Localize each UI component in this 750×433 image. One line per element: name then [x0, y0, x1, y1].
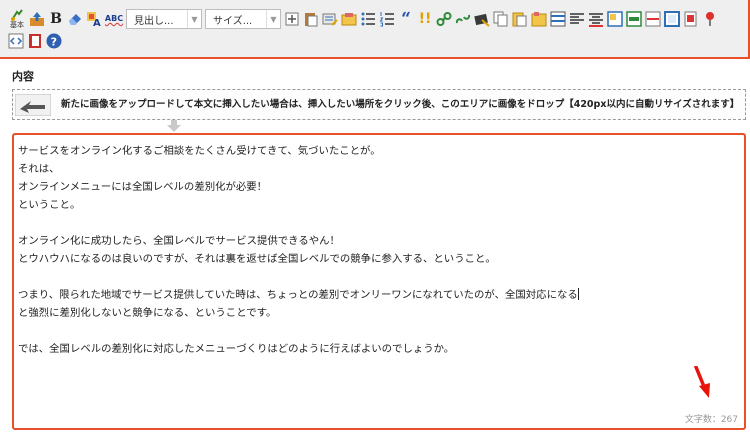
spellcheck-button[interactable]: ABC	[105, 11, 123, 27]
unlink-button[interactable]	[455, 11, 471, 27]
help-button[interactable]: ?	[46, 33, 62, 49]
editor-line: つまり、限られた地域でサービス提供していた時は、ちょっとの差別でオンリーワンにな…	[18, 288, 579, 301]
eraser-button[interactable]	[67, 11, 83, 27]
annotation-arrow-icon	[692, 366, 712, 400]
chevron-down-icon: ▼	[266, 10, 280, 28]
basic-mode-label: 基本	[10, 21, 24, 29]
editor-line: サービスをオンライン化するご相談をたくさん受けてきて、気づいたことが。	[18, 145, 381, 157]
link-button[interactable]	[436, 11, 452, 27]
editor-line: それは、	[18, 163, 60, 175]
bullet-list-icon	[361, 12, 375, 26]
link-icon	[436, 12, 452, 26]
paste-button[interactable]	[303, 11, 319, 27]
horizontal-rule-button[interactable]	[645, 11, 661, 27]
basic-mode-button[interactable]: 基本	[8, 8, 26, 30]
editor-line: とウハウハになるのは良いのですが、それは裏を返せば全国レベルでの競争に参入する、…	[18, 253, 496, 265]
source-button[interactable]	[8, 33, 24, 49]
heading-select[interactable]: 見出し... ▼	[126, 9, 202, 29]
template-icon	[341, 13, 357, 26]
unlink-icon	[455, 14, 471, 24]
down-arrow-icon	[166, 120, 182, 132]
editor-line: では、全国レベルの差別化に対応したメニューづくりはどのように行えばよいのでしょう…	[18, 343, 455, 355]
upload-button[interactable]	[29, 11, 45, 27]
text-cursor	[577, 288, 579, 300]
map-pin-button[interactable]	[702, 11, 718, 27]
template-button[interactable]	[341, 11, 357, 27]
paste-word-icon	[322, 13, 338, 26]
bold-button[interactable]: B	[48, 11, 64, 27]
content-editor[interactable]: サービスをオンライン化するご相談をたくさん受けてきて、気づいたことが。 それは、オ…	[12, 133, 746, 430]
image-button[interactable]	[474, 11, 490, 27]
quote-button[interactable]: “	[398, 10, 414, 27]
map-pin-icon	[706, 12, 714, 26]
table-button[interactable]	[550, 11, 566, 27]
svg-text:?: ?	[51, 36, 57, 49]
svg-text:A: A	[93, 18, 101, 27]
text-color-icon: A	[87, 12, 101, 27]
box-green-button[interactable]	[626, 11, 642, 27]
paste-icon	[305, 13, 318, 27]
text-color-button[interactable]: A	[86, 11, 102, 27]
align-left-icon	[570, 13, 584, 24]
eraser-icon	[69, 14, 81, 25]
image-icon	[474, 13, 490, 27]
image-drop-zone[interactable]: 新たに画像をアップロードして本文に挿入したい場合は、挿入したい場所をクリック後、…	[12, 89, 746, 120]
editor-line: オンラインメニューには全国レベルの差別化が必要！	[18, 181, 268, 193]
numbered-list-icon	[379, 12, 394, 27]
insert-button[interactable]	[284, 11, 300, 27]
book-button[interactable]	[27, 33, 43, 49]
align-left-button[interactable]	[569, 11, 585, 27]
align-center-button[interactable]	[588, 11, 604, 27]
paste-word-button[interactable]	[322, 11, 338, 27]
table-icon	[550, 11, 566, 27]
toolbar-row-2: ?	[8, 33, 62, 49]
border-box-button[interactable]	[664, 11, 680, 27]
horizontal-rule-icon	[645, 11, 661, 27]
bullet-list-button[interactable]	[360, 11, 376, 27]
emphasis-button[interactable]: !!	[417, 11, 433, 27]
box-icon	[531, 12, 547, 27]
frame-button[interactable]	[607, 11, 623, 27]
paste-plain-button[interactable]	[512, 11, 528, 27]
insert-icon	[285, 12, 299, 26]
image-drop-icon	[15, 93, 51, 116]
book-icon	[29, 34, 41, 48]
image-drop-instructions: 新たに画像をアップロードして本文に挿入したい場合は、挿入したい場所をクリック後、…	[61, 99, 740, 110]
editor-line: と強烈に差別化しないと競争になる、ということです。	[18, 307, 277, 319]
editor-body[interactable]: サービスをオンライン化するご相談をたくさん受けてきて、気づいたことが。 それは、オ…	[18, 142, 740, 358]
pdf-icon	[684, 11, 697, 27]
source-icon	[8, 33, 24, 49]
copy-icon	[493, 11, 508, 27]
pdf-button[interactable]	[683, 11, 699, 27]
chevron-down-icon: ▼	[187, 10, 201, 28]
help-icon: ?	[46, 33, 62, 49]
size-select-value: サイズ...	[213, 15, 253, 27]
editor-line: オンライン化に成功したら、全国レベルでサービス提供できるやん！	[18, 235, 340, 247]
align-center-icon	[589, 13, 603, 27]
paste-plain-icon	[512, 12, 527, 27]
toolbar-row-1: 基本 B A ABC 見出し... ▼ サイズ... ▼ “ !!	[8, 8, 718, 30]
box-green-icon	[626, 11, 642, 27]
editor-line: ということ。	[18, 199, 81, 211]
box-icon	[664, 11, 680, 27]
heading-select-value: 見出し...	[134, 15, 174, 27]
template-box-button[interactable]	[531, 11, 547, 27]
size-select[interactable]: サイズ... ▼	[205, 9, 281, 29]
character-count: 文字数：267	[684, 415, 738, 425]
upload-icon	[30, 12, 44, 26]
numbered-list-button[interactable]	[379, 11, 395, 27]
content-label: 内容	[12, 70, 34, 83]
copy-button[interactable]	[493, 11, 509, 27]
editor-toolbar: 基本 B A ABC 見出し... ▼ サイズ... ▼ “ !! ?	[0, 0, 750, 59]
frame-icon	[607, 11, 623, 27]
